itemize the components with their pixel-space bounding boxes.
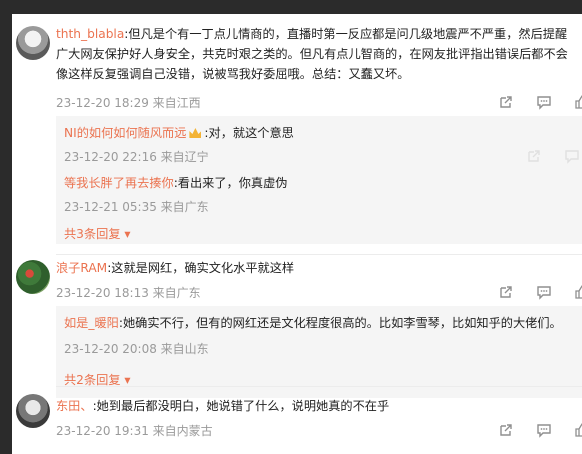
comment-icon[interactable] xyxy=(536,422,552,438)
reply-text: 如是_暖阳:她确实不行，但有的网红还是文化程度很高的。比如李雪琴，比如知乎的大佬… xyxy=(64,316,562,330)
reply-meta: 23-12-21 05:35 来自广东 xyxy=(64,200,209,214)
comment-icon[interactable] xyxy=(536,94,552,110)
like-icon[interactable] xyxy=(574,284,582,300)
share-icon[interactable] xyxy=(498,284,514,300)
comment-text: 东田、:她到最后都没明白，她说错了什么，说明她真的不在乎 xyxy=(56,399,390,413)
chevron-down-icon: ▾ xyxy=(120,373,131,387)
chevron-down-icon: ▾ xyxy=(120,227,131,241)
comment-actions xyxy=(498,284,582,300)
share-icon[interactable] xyxy=(498,94,514,110)
comment-panel: thth_blabla:但凡是个有一丁点儿情商的，直播时第一反应都是问几级地震严… xyxy=(12,14,582,454)
avatar[interactable] xyxy=(16,260,50,294)
divider xyxy=(56,386,582,387)
avatar[interactable] xyxy=(16,26,50,60)
username[interactable]: 浪子RAM xyxy=(56,261,107,275)
reply-meta: 23-12-20 20:08 来自山东 xyxy=(64,342,209,356)
share-icon[interactable] xyxy=(526,148,542,164)
reply-text: 等我长胖了再去揍你:看出来了，你真虚伪 xyxy=(64,176,288,190)
comment-meta: 23-12-20 18:29 来自江西 xyxy=(56,96,201,110)
reply-actions xyxy=(526,148,580,164)
avatar[interactable] xyxy=(16,394,50,428)
comment-text-line: 像这样反复强调自己没错，说被骂我好委屈哦。总结：又蠢又坏。 xyxy=(56,67,410,81)
reply-box: 如是_暖阳:她确实不行，但有的网红还是文化程度很高的。比如李雪琴，比如知乎的大佬… xyxy=(56,306,582,398)
username[interactable]: 等我长胖了再去揍你 xyxy=(64,176,174,190)
username[interactable]: 东田、 xyxy=(56,399,93,413)
crown-icon xyxy=(189,128,202,138)
comment-text: thth_blabla:但凡是个有一丁点儿情商的，直播时第一反应都是问几级地震严… xyxy=(56,27,568,41)
share-icon[interactable] xyxy=(498,422,514,438)
reply-box: NI的如何如何随风而远:对，就这个意思 23-12-20 22:16 来自辽宁 … xyxy=(56,116,582,244)
comment-icon[interactable] xyxy=(564,148,580,164)
reply-text: NI的如何如何随风而远:对，就这个意思 xyxy=(64,126,294,140)
more-replies-link[interactable]: 共3条回复 ▾ xyxy=(64,224,131,242)
comment-icon[interactable] xyxy=(536,284,552,300)
like-icon[interactable] xyxy=(574,422,582,438)
comment-actions xyxy=(498,422,582,438)
username[interactable]: thth_blabla xyxy=(56,27,124,41)
comment-text-line: 广大网友保护好人身安全，共克时艰之类的。但凡有点儿智商的，在网友批评指出错误后都… xyxy=(56,47,568,61)
comment-meta: 23-12-20 18:13 来自广东 xyxy=(56,286,201,300)
comment-text: 浪子RAM:这就是网红，确实文化水平就这样 xyxy=(56,261,295,275)
comment-actions xyxy=(498,94,582,110)
divider xyxy=(56,254,582,255)
like-icon[interactable] xyxy=(574,94,582,110)
username[interactable]: NI的如何如何随风而远 xyxy=(64,126,186,140)
reply-meta: 23-12-20 22:16 来自辽宁 xyxy=(64,150,209,164)
username[interactable]: 如是_暖阳 xyxy=(64,316,119,330)
comment-meta: 23-12-20 19:31 来自内蒙古 xyxy=(56,424,213,438)
screenshot-frame: thth_blabla:但凡是个有一丁点儿情商的，直播时第一反应都是问几级地震严… xyxy=(0,0,582,454)
